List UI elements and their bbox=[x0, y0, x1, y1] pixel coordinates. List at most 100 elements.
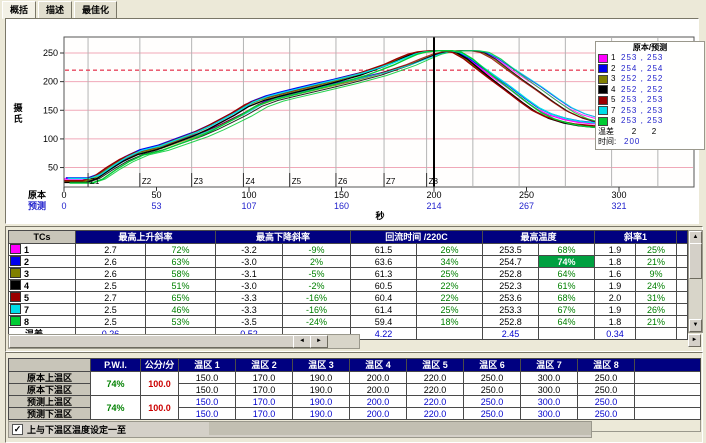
legend-tempdiff: 温差 2 2 bbox=[598, 127, 702, 138]
zone-setpoint-r0c3[interactable]: 200.0 bbox=[350, 372, 407, 384]
stat-cell-r2c4: 61.3 bbox=[351, 268, 417, 280]
stat-cell-r1c0: 2.6 bbox=[76, 256, 146, 268]
zone-setpoint-r2c5[interactable]: 250.0 bbox=[464, 396, 521, 408]
zone-setpoint-r3c5[interactable]: 250.0 bbox=[464, 408, 521, 420]
stats-vscrollbar[interactable]: ▲ ▼ bbox=[688, 230, 703, 333]
legend-item-TC1: 1 253 , 253 bbox=[598, 53, 702, 64]
legend-peak-values: 254 , 254 bbox=[621, 64, 663, 74]
stat-cell-r2c1: 58% bbox=[146, 268, 216, 280]
zone-label-Z8: Z8 bbox=[429, 177, 439, 186]
zone-setpoint-r1c6[interactable]: 300.0 bbox=[521, 384, 578, 396]
zone-setpoint-r1c0[interactable]: 150.0 bbox=[179, 384, 236, 396]
zone-setpoint-r1c3[interactable]: 200.0 bbox=[350, 384, 407, 396]
zone-setpoint-r3c7[interactable]: 250.0 bbox=[578, 408, 635, 420]
zone-setpoint-r2c0[interactable]: 150.0 bbox=[179, 396, 236, 408]
stat-cell-r3c0: 2.5 bbox=[76, 280, 146, 292]
legend-tc-number: 5 bbox=[611, 95, 621, 105]
zone-setpoint-r1c1[interactable]: 170.0 bbox=[236, 384, 293, 396]
zone-setpoint-r3c0[interactable]: 150.0 bbox=[179, 408, 236, 420]
tc-color-chip bbox=[10, 292, 21, 302]
zone-header-2: 温区 2 bbox=[236, 359, 293, 372]
zone-setpoint-r2c6[interactable]: 300.0 bbox=[521, 396, 578, 408]
stat-cell-r0c8: 1.9 bbox=[595, 244, 636, 256]
tc-color-chip bbox=[598, 96, 608, 105]
stat-cell-r6c1: 53% bbox=[146, 316, 216, 328]
stat-cell-r5c2: -3.3 bbox=[216, 304, 283, 316]
stat-cell-r7c8: 0.34 bbox=[595, 328, 636, 340]
zone-setpoint-r0c7[interactable]: 250.0 bbox=[578, 372, 635, 384]
vscroll-thumb[interactable] bbox=[689, 243, 702, 279]
zone-setpoint-r1c7[interactable]: 250.0 bbox=[578, 384, 635, 396]
stat-cell-r5c8: 1.9 bbox=[595, 304, 636, 316]
corner-scroll-button[interactable]: ► bbox=[688, 334, 701, 347]
zone-setpoint-r2c2[interactable]: 190.0 bbox=[293, 396, 350, 408]
x-tick-label: 107 bbox=[241, 201, 256, 211]
scroll-left-button[interactable]: ◄ bbox=[293, 335, 311, 348]
stats-hscrollbar[interactable]: ◄ ► bbox=[8, 334, 360, 349]
zone-setpoint-r2c7[interactable]: 250.0 bbox=[578, 396, 635, 408]
stat-cell-r4c4: 60.4 bbox=[351, 292, 417, 304]
stat-cell-r1c6: 254.7 bbox=[483, 256, 539, 268]
stat-cell-r5c4: 61.4 bbox=[351, 304, 417, 316]
scroll-right-button[interactable]: ► bbox=[310, 335, 328, 348]
stat-cell-r2c5: 25% bbox=[417, 268, 483, 280]
tab-summary[interactable]: 概括 bbox=[2, 1, 36, 19]
zone-setpoint-r2c3[interactable]: 200.0 bbox=[350, 396, 407, 408]
stat-cell-r6c3: -24% bbox=[283, 316, 351, 328]
stats-row-label: 4 bbox=[9, 280, 76, 292]
stat-cell-r4c6: 253.6 bbox=[483, 292, 539, 304]
zone-setpoint-r0c2[interactable]: 190.0 bbox=[293, 372, 350, 384]
setpoint-row-label: 原本下温区 bbox=[9, 384, 91, 396]
stat-cell-r4c7: 68% bbox=[539, 292, 595, 304]
stat-cell-r1c5: 34% bbox=[417, 256, 483, 268]
zone-setpoint-r3c6[interactable]: 300.0 bbox=[521, 408, 578, 420]
tab-bar: 概括 描述 最佳化 bbox=[2, 1, 117, 18]
zone-setpoint-r0c5[interactable]: 250.0 bbox=[464, 372, 521, 384]
stat-cell-r3c8: 1.9 bbox=[595, 280, 636, 292]
stats-table: TCs最高上升斜率最高下降斜率回流时间 /220C最高温度斜率112.772%-… bbox=[8, 230, 688, 340]
link-zones-checkbox[interactable]: ✓ bbox=[12, 424, 23, 435]
zone-setpoint-r1c2[interactable]: 190.0 bbox=[293, 384, 350, 396]
scroll-down-button[interactable]: ▼ bbox=[689, 319, 702, 332]
stat-cell-r2c2: -3.1 bbox=[216, 268, 283, 280]
setpoint-row-label: 预测上温区 bbox=[9, 396, 91, 408]
stat-cell-r4c0: 2.7 bbox=[76, 292, 146, 304]
zone-setpoint-r3c3[interactable]: 200.0 bbox=[350, 408, 407, 420]
zone-setpoint-r3c2[interactable]: 190.0 bbox=[293, 408, 350, 420]
zone-setpoint-r0c4[interactable]: 220.0 bbox=[407, 372, 464, 384]
legend-peak-values: 253 , 253 bbox=[621, 53, 663, 63]
x-tick-label: 214 bbox=[426, 201, 441, 211]
stats-row-label: 2 bbox=[9, 256, 76, 268]
legend-title: 原本/预测 bbox=[598, 43, 702, 53]
stat-cell-r1c9: 21% bbox=[636, 256, 677, 268]
stat-cell-r3c7: 61% bbox=[539, 280, 595, 292]
stat-cell-r0c0: 2.7 bbox=[76, 244, 146, 256]
stat-cell-r1c4: 63.6 bbox=[351, 256, 417, 268]
x-tick-label: 100 bbox=[241, 190, 256, 200]
legend-item-TC3: 3 252 , 252 bbox=[598, 74, 702, 85]
stats-header-group0: 最高上升斜率 bbox=[76, 231, 216, 244]
zone-setpoint-r3c1[interactable]: 170.0 bbox=[236, 408, 293, 420]
stats-row-label: 7 bbox=[9, 304, 76, 316]
zone-header-4: 温区 4 bbox=[350, 359, 407, 372]
hscroll-thumb[interactable] bbox=[9, 335, 294, 348]
legend-item-TC2: 2 254 , 254 bbox=[598, 64, 702, 75]
zone-setpoint-r1c4[interactable]: 220.0 bbox=[407, 384, 464, 396]
x-tick-label: 321 bbox=[611, 201, 626, 211]
zone-setpoint-r0c1[interactable]: 170.0 bbox=[236, 372, 293, 384]
zone-setpoint-r2c1[interactable]: 170.0 bbox=[236, 396, 293, 408]
stat-cell-r0c4: 61.5 bbox=[351, 244, 417, 256]
zone-setpoint-r0c0[interactable]: 150.0 bbox=[179, 372, 236, 384]
speed-header: 公分/分 bbox=[141, 359, 179, 372]
zone-setpoint-r3c4[interactable]: 220.0 bbox=[407, 408, 464, 420]
stat-cell-r6c4: 59.4 bbox=[351, 316, 417, 328]
zone-setpoint-r2c4[interactable]: 220.0 bbox=[407, 396, 464, 408]
stat-cell-r0c5: 26% bbox=[417, 244, 483, 256]
zone-setpoint-r1c5[interactable]: 250.0 bbox=[464, 384, 521, 396]
tab-description[interactable]: 描述 bbox=[38, 1, 72, 19]
zone-setpoint-r0c6[interactable]: 300.0 bbox=[521, 372, 578, 384]
tc-color-chip bbox=[598, 117, 608, 126]
tab-optimize[interactable]: 最佳化 bbox=[74, 1, 117, 19]
legend-tc-number: 3 bbox=[611, 74, 621, 84]
speed-value: 100.0 bbox=[141, 396, 179, 420]
